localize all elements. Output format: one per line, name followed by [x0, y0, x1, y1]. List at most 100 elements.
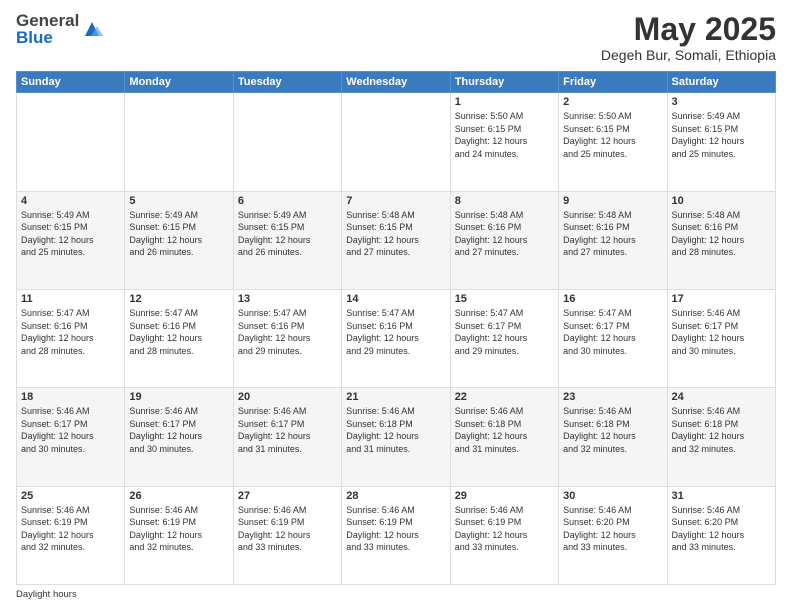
day-info: Sunrise: 5:46 AM Sunset: 6:20 PM Dayligh…	[563, 504, 662, 554]
calendar-cell	[342, 93, 450, 191]
calendar-cell: 11 Sunrise: 5:47 AM Sunset: 6:16 PM Dayli…	[17, 289, 125, 387]
day-number: 11	[21, 293, 120, 305]
day-number: 30	[563, 490, 662, 502]
calendar-week-4: 18 Sunrise: 5:46 AM Sunset: 6:17 PM Dayli…	[17, 388, 776, 486]
calendar-cell: 13 Sunrise: 5:47 AM Sunset: 6:16 PM Dayli…	[233, 289, 341, 387]
day-info: Sunrise: 5:47 AM Sunset: 6:17 PM Dayligh…	[563, 307, 662, 357]
day-info: Sunrise: 5:47 AM Sunset: 6:16 PM Dayligh…	[21, 307, 120, 357]
calendar-cell: 20 Sunrise: 5:46 AM Sunset: 6:17 PM Dayli…	[233, 388, 341, 486]
calendar-cell: 9Sunrise: 5:48 AM Sunset: 6:16 PM Daylig…	[559, 191, 667, 289]
day-number: 16	[563, 293, 662, 305]
logo-icon	[81, 18, 103, 40]
calendar-cell: 1 Sunrise: 5:50 AM Sunset: 6:15 PM Daylig…	[450, 93, 558, 191]
day-info: Sunrise: 5:50 AM Sunset: 6:15 PM Dayligh…	[455, 110, 554, 160]
day-info: Sunrise: 5:46 AM Sunset: 6:17 PM Dayligh…	[129, 405, 228, 455]
day-info: Sunrise: 5:47 AM Sunset: 6:16 PM Dayligh…	[346, 307, 445, 357]
day-info: Sunrise: 5:46 AM Sunset: 6:19 PM Dayligh…	[346, 504, 445, 554]
day-number: 14	[346, 293, 445, 305]
calendar-cell	[125, 93, 233, 191]
day-number: 2	[563, 96, 662, 108]
logo: General Blue	[16, 12, 103, 46]
day-number: 13	[238, 293, 337, 305]
calendar-cell: 5 Sunrise: 5:49 AM Sunset: 6:15 PM Daylig…	[125, 191, 233, 289]
day-info: Sunrise: 5:48 AM Sunset: 6:15 PM Dayligh…	[346, 209, 445, 259]
calendar-cell: 4 Sunrise: 5:49 AM Sunset: 6:15 PM Daylig…	[17, 191, 125, 289]
calendar-header-row: Sunday Monday Tuesday Wednesday Thursday…	[17, 72, 776, 93]
day-number: 31	[672, 490, 771, 502]
day-info: Sunrise: 5:46 AM Sunset: 6:17 PM Dayligh…	[672, 307, 771, 357]
calendar-cell: 30 Sunrise: 5:46 AM Sunset: 6:20 PM Dayli…	[559, 486, 667, 584]
calendar-cell: 18 Sunrise: 5:46 AM Sunset: 6:17 PM Dayli…	[17, 388, 125, 486]
day-info: Sunrise: 5:47 AM Sunset: 6:16 PM Dayligh…	[238, 307, 337, 357]
day-info: Sunrise: 5:48 AM Sunset: 6:16 PM Dayligh…	[455, 209, 554, 259]
calendar-cell: 31 Sunrise: 5:46 AM Sunset: 6:20 PM Dayli…	[667, 486, 775, 584]
calendar-week-5: 25 Sunrise: 5:46 AM Sunset: 6:19 PM Dayli…	[17, 486, 776, 584]
day-number: 24	[672, 391, 771, 403]
calendar-cell: 24 Sunrise: 5:46 AM Sunset: 6:18 PM Dayli…	[667, 388, 775, 486]
day-info: Sunrise: 5:49 AM Sunset: 6:15 PM Dayligh…	[672, 110, 771, 160]
footer: Daylight hours	[16, 589, 776, 600]
calendar-cell: 21Sunrise: 5:46 AM Sunset: 6:18 PM Dayli…	[342, 388, 450, 486]
day-number: 4	[21, 195, 120, 207]
calendar-cell: 14 Sunrise: 5:47 AM Sunset: 6:16 PM Dayli…	[342, 289, 450, 387]
day-info: Sunrise: 5:46 AM Sunset: 6:20 PM Dayligh…	[672, 504, 771, 554]
calendar-cell: 28 Sunrise: 5:46 AM Sunset: 6:19 PM Dayli…	[342, 486, 450, 584]
day-number: 27	[238, 490, 337, 502]
day-number: 20	[238, 391, 337, 403]
logo-blue: Blue	[16, 29, 79, 46]
day-info: Sunrise: 5:49 AM Sunset: 6:15 PM Dayligh…	[129, 209, 228, 259]
day-info: Sunrise: 5:48 AM Sunset: 6:16 PM Dayligh…	[672, 209, 771, 259]
day-info: Sunrise: 5:49 AM Sunset: 6:15 PM Dayligh…	[238, 209, 337, 259]
day-info: Sunrise: 5:47 AM Sunset: 6:16 PM Dayligh…	[129, 307, 228, 357]
day-number: 18	[21, 391, 120, 403]
page: General Blue May 2025 Degeh Bur, Somali,…	[0, 0, 792, 612]
day-number: 7	[346, 195, 445, 207]
calendar-cell: 27Sunrise: 5:46 AM Sunset: 6:19 PM Dayli…	[233, 486, 341, 584]
day-info: Sunrise: 5:46 AM Sunset: 6:18 PM Dayligh…	[455, 405, 554, 455]
col-thursday: Thursday	[450, 72, 558, 93]
calendar-cell: 29Sunrise: 5:46 AM Sunset: 6:19 PM Dayli…	[450, 486, 558, 584]
calendar-cell: 19Sunrise: 5:46 AM Sunset: 6:17 PM Dayli…	[125, 388, 233, 486]
daylight-hours-label: Daylight hours	[16, 589, 77, 600]
day-number: 3	[672, 96, 771, 108]
calendar-cell: 26Sunrise: 5:46 AM Sunset: 6:19 PM Dayli…	[125, 486, 233, 584]
day-info: Sunrise: 5:46 AM Sunset: 6:19 PM Dayligh…	[455, 504, 554, 554]
day-info: Sunrise: 5:46 AM Sunset: 6:18 PM Dayligh…	[563, 405, 662, 455]
day-number: 26	[129, 490, 228, 502]
calendar-cell: 3 Sunrise: 5:49 AM Sunset: 6:15 PM Daylig…	[667, 93, 775, 191]
day-number: 12	[129, 293, 228, 305]
day-info: Sunrise: 5:49 AM Sunset: 6:15 PM Dayligh…	[21, 209, 120, 259]
day-info: Sunrise: 5:48 AM Sunset: 6:16 PM Dayligh…	[563, 209, 662, 259]
col-sunday: Sunday	[17, 72, 125, 93]
day-info: Sunrise: 5:46 AM Sunset: 6:18 PM Dayligh…	[672, 405, 771, 455]
day-number: 25	[21, 490, 120, 502]
day-number: 6	[238, 195, 337, 207]
calendar-cell: 17 Sunrise: 5:46 AM Sunset: 6:17 PM Dayli…	[667, 289, 775, 387]
day-number: 1	[455, 96, 554, 108]
logo-general: General	[16, 12, 79, 29]
day-info: Sunrise: 5:46 AM Sunset: 6:17 PM Dayligh…	[238, 405, 337, 455]
day-info: Sunrise: 5:46 AM Sunset: 6:17 PM Dayligh…	[21, 405, 120, 455]
day-number: 10	[672, 195, 771, 207]
calendar-cell: 12 Sunrise: 5:47 AM Sunset: 6:16 PM Dayli…	[125, 289, 233, 387]
day-info: Sunrise: 5:46 AM Sunset: 6:18 PM Dayligh…	[346, 405, 445, 455]
day-number: 5	[129, 195, 228, 207]
calendar-cell: 22Sunrise: 5:46 AM Sunset: 6:18 PM Dayli…	[450, 388, 558, 486]
col-wednesday: Wednesday	[342, 72, 450, 93]
col-saturday: Saturday	[667, 72, 775, 93]
day-number: 15	[455, 293, 554, 305]
calendar-cell: 7 Sunrise: 5:48 AM Sunset: 6:15 PM Daylig…	[342, 191, 450, 289]
day-number: 17	[672, 293, 771, 305]
calendar-week-3: 11 Sunrise: 5:47 AM Sunset: 6:16 PM Dayli…	[17, 289, 776, 387]
col-friday: Friday	[559, 72, 667, 93]
day-info: Sunrise: 5:50 AM Sunset: 6:15 PM Dayligh…	[563, 110, 662, 160]
calendar-cell	[233, 93, 341, 191]
day-number: 28	[346, 490, 445, 502]
title-block: May 2025 Degeh Bur, Somali, Ethiopia	[601, 12, 776, 63]
col-tuesday: Tuesday	[233, 72, 341, 93]
calendar-cell: 16 Sunrise: 5:47 AM Sunset: 6:17 PM Dayli…	[559, 289, 667, 387]
calendar-cell: 8Sunrise: 5:48 AM Sunset: 6:16 PM Daylig…	[450, 191, 558, 289]
header: General Blue May 2025 Degeh Bur, Somali,…	[16, 12, 776, 63]
col-monday: Monday	[125, 72, 233, 93]
calendar-cell: 15Sunrise: 5:47 AM Sunset: 6:17 PM Dayli…	[450, 289, 558, 387]
